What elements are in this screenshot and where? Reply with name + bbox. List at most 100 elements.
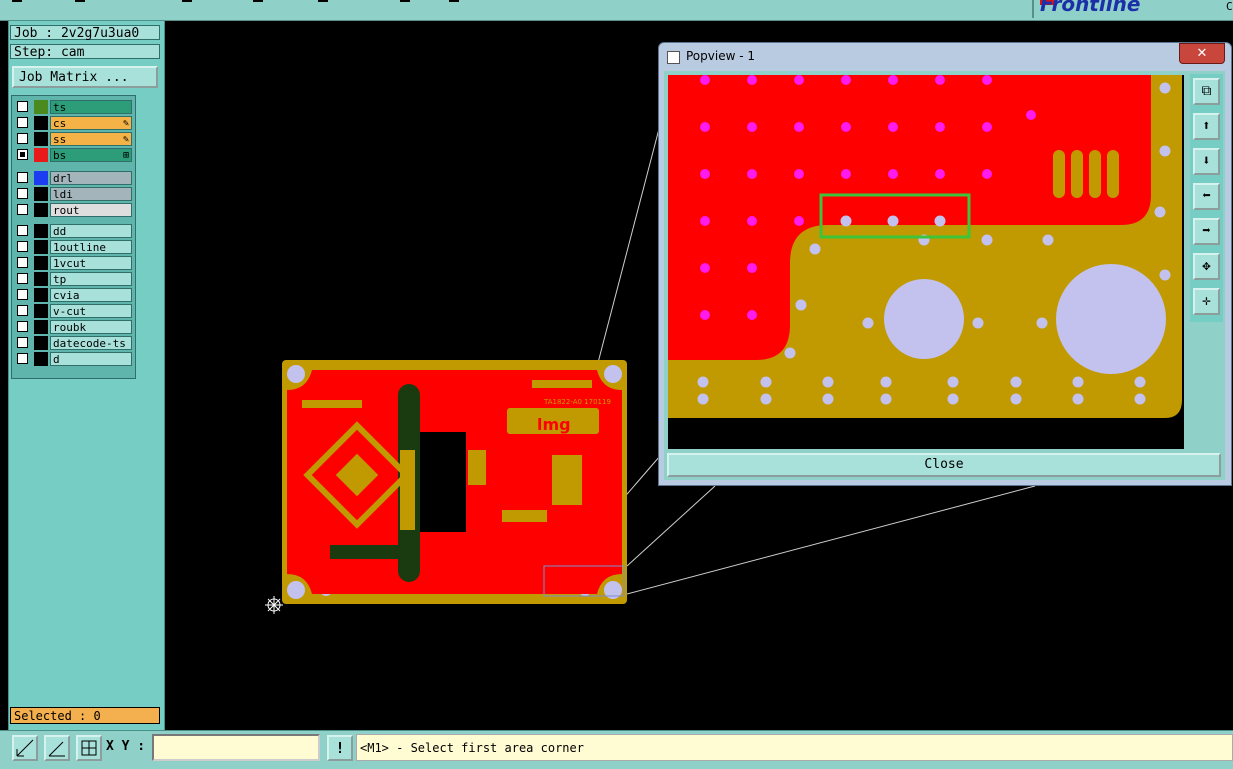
layer-name[interactable]: datecode-ts: [50, 336, 132, 350]
via: [888, 122, 898, 132]
layer-row-v-cut[interactable]: v-cut: [15, 304, 132, 318]
layer-name[interactable]: cs ✎: [50, 116, 132, 130]
popview-close-button[interactable]: Close: [667, 453, 1221, 477]
layer-name[interactable]: cvia: [50, 288, 132, 302]
zoom-in-icon[interactable]: ✥: [1193, 253, 1220, 280]
via: [888, 169, 898, 179]
arrow-up-icon[interactable]: ⬆: [1193, 113, 1220, 140]
toolbar-mark: [182, 0, 192, 2]
pad: [760, 376, 772, 388]
layer-row-ts[interactable]: ts: [15, 100, 132, 114]
step-name: Step: cam: [10, 44, 160, 60]
toolbar-mark: [449, 0, 459, 2]
measure-icon[interactable]: [12, 735, 38, 761]
angle-measure-icon[interactable]: [44, 735, 70, 761]
arrow-left-icon[interactable]: ⬅: [1193, 183, 1220, 210]
via: [841, 122, 851, 132]
layer-row-ldi[interactable]: ldi: [15, 187, 132, 201]
zoom-out-icon[interactable]: ✛: [1193, 288, 1220, 315]
layer-checkbox[interactable]: [17, 337, 28, 348]
pad: [1010, 376, 1022, 388]
layer-checkbox[interactable]: [17, 172, 28, 183]
toolbar-mark: [75, 0, 85, 2]
layer-color-swatch[interactable]: [34, 352, 48, 366]
layer-name[interactable]: tp: [50, 272, 132, 286]
via: [700, 216, 710, 226]
layer-name[interactable]: v-cut: [50, 304, 132, 318]
layer-checkbox[interactable]: [17, 273, 28, 284]
pad: [887, 215, 899, 227]
layer-checkbox[interactable]: [17, 204, 28, 215]
layer-checkbox[interactable]: [17, 117, 28, 128]
popview-zoomed-view[interactable]: [668, 75, 1184, 449]
layer-color-swatch[interactable]: [34, 148, 48, 162]
layer-row-roubk[interactable]: roubk: [15, 320, 132, 334]
layer-checkbox[interactable]: [17, 321, 28, 332]
layer-color-swatch[interactable]: [34, 132, 48, 146]
layer-name[interactable]: dd: [50, 224, 132, 238]
board-cutout: [416, 432, 466, 532]
arrow-down-icon[interactable]: ⬇: [1193, 148, 1220, 175]
layer-color-swatch[interactable]: [34, 288, 48, 302]
popview-titlebar[interactable]: Popview - 1 ✕: [659, 43, 1231, 67]
layer-row-bs[interactable]: bs ⊞: [15, 148, 132, 162]
layer-color-swatch[interactable]: [34, 203, 48, 217]
layer-checkbox[interactable]: [17, 353, 28, 364]
layer-row-cvia[interactable]: cvia: [15, 288, 132, 302]
layer-name[interactable]: roubk: [50, 320, 132, 334]
layer-checkbox[interactable]: [17, 101, 28, 112]
layer-color-swatch[interactable]: [34, 116, 48, 130]
via: [794, 75, 804, 85]
layer-checkbox[interactable]: [17, 225, 28, 236]
layer-checkbox[interactable]: [17, 188, 28, 199]
arrow-right-icon[interactable]: ➡: [1193, 218, 1220, 245]
layer-checkbox[interactable]: [17, 305, 28, 316]
layer-color-swatch[interactable]: [34, 272, 48, 286]
selected-count: Selected : 0: [10, 707, 160, 724]
layer-name[interactable]: drl: [50, 171, 132, 185]
layer-name[interactable]: 1vcut: [50, 256, 132, 270]
popview-window[interactable]: Popview - 1 ✕ ⧉ ⬆ ⬇ ⬅ ➡ ✥ ✛ Close: [658, 42, 1232, 486]
layer-color-swatch[interactable]: [34, 187, 48, 201]
layer-color-swatch[interactable]: [34, 320, 48, 334]
layer-row-datecode-ts[interactable]: datecode-ts: [15, 336, 132, 350]
corner-pad: [604, 365, 622, 383]
layer-row-dd[interactable]: dd: [15, 224, 132, 238]
grid-snap-icon[interactable]: [76, 735, 102, 761]
layer-checkbox[interactable]: [17, 241, 28, 252]
xy-coordinate-input[interactable]: [152, 734, 320, 761]
layer-checkbox[interactable]: [17, 289, 28, 300]
via: [700, 310, 710, 320]
layer-color-swatch[interactable]: [34, 240, 48, 254]
layer-row-1vcut[interactable]: 1vcut: [15, 256, 132, 270]
job-matrix-button[interactable]: Job Matrix ...: [12, 66, 158, 88]
window-close-button[interactable]: ✕: [1179, 43, 1225, 64]
layer-row-tp[interactable]: tp: [15, 272, 132, 286]
layer-color-swatch[interactable]: [34, 336, 48, 350]
layer-name[interactable]: bs ⊞: [50, 148, 132, 162]
layer-name[interactable]: 1outline: [50, 240, 132, 254]
layer-row-drl[interactable]: drl: [15, 171, 132, 185]
alert-icon[interactable]: !: [327, 735, 353, 761]
zoom-fit-icon[interactable]: ⧉: [1193, 78, 1220, 105]
layer-name[interactable]: d: [50, 352, 132, 366]
via: [982, 169, 992, 179]
layer-color-swatch[interactable]: [34, 256, 48, 270]
layer-color-swatch[interactable]: [34, 224, 48, 238]
layer-row-d[interactable]: d: [15, 352, 132, 366]
layer-name[interactable]: ldi: [50, 187, 132, 201]
layer-name[interactable]: ss ✎: [50, 132, 132, 146]
layer-name[interactable]: ts: [50, 100, 132, 114]
layer-checkbox[interactable]: [17, 257, 28, 268]
pad: [1159, 82, 1171, 94]
layer-row-1outline[interactable]: 1outline: [15, 240, 132, 254]
layer-color-swatch[interactable]: [34, 100, 48, 114]
layer-row-rout[interactable]: rout: [15, 203, 132, 217]
layer-row-cs[interactable]: cs ✎: [15, 116, 132, 130]
layer-color-swatch[interactable]: [34, 171, 48, 185]
layer-checkbox[interactable]: [17, 133, 28, 144]
layer-checkbox[interactable]: [17, 149, 28, 160]
layer-name[interactable]: rout: [50, 203, 132, 217]
layer-row-ss[interactable]: ss ✎: [15, 132, 132, 146]
layer-color-swatch[interactable]: [34, 304, 48, 318]
